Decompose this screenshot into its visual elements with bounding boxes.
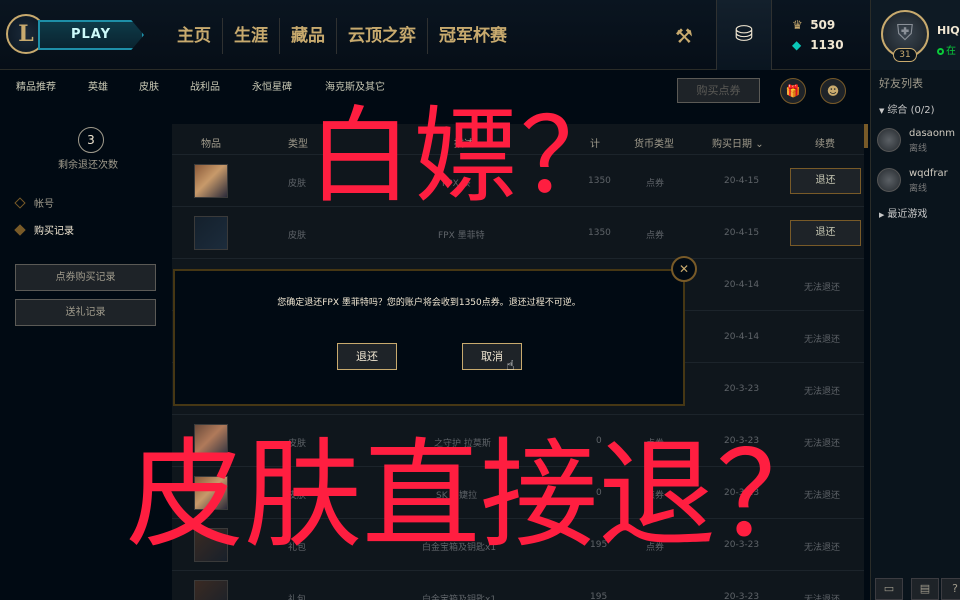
- tab-clash[interactable]: 冠军杯赛: [427, 18, 518, 54]
- cell-date: 20-4-15: [724, 228, 760, 238]
- friends-list-title: 好友列表: [879, 77, 923, 90]
- rp-purchase-history-button[interactable]: 点券购买记录: [15, 264, 156, 291]
- friend-avatar: [877, 128, 901, 152]
- play-button[interactable]: PLAY: [38, 20, 144, 50]
- tab-profile[interactable]: 生涯: [222, 18, 279, 54]
- friend-item[interactable]: wqdfrar 离线: [877, 166, 960, 196]
- friend-group-general[interactable]: ▼ 综合 (0/2): [879, 101, 934, 116]
- friend-status: 离线: [909, 184, 928, 194]
- cell-price: 195: [590, 592, 608, 600]
- cell-date: 20-3-23: [724, 384, 760, 394]
- sidebar-item-account[interactable]: 帐号: [14, 195, 54, 210]
- gift-icon[interactable]: 🎁: [780, 78, 806, 104]
- refund-button[interactable]: 退还: [790, 168, 861, 194]
- account-icon[interactable]: ☻: [820, 78, 846, 104]
- item-thumbnail: [194, 164, 228, 198]
- summoner-name: HIQ: [937, 24, 960, 37]
- dialog-message: 您确定退还FPX 墨菲特吗？您的账户将会收到1350点券。退还过程不可逆。: [277, 298, 581, 308]
- subtab-champions[interactable]: 英雄: [88, 78, 108, 93]
- tab-tft[interactable]: 云顶之弈: [336, 18, 427, 54]
- sidebar-item-purchase-history[interactable]: 购买记录: [14, 222, 74, 237]
- friend-status: 离线: [909, 144, 928, 154]
- social-panel: ⛨ 31 HIQ 在 好友列表 ▼ 综合 (0/2) dasaonm 离线 wqd…: [870, 0, 960, 600]
- cell-desc: FPX 墨菲特: [438, 231, 485, 241]
- top-bar: L PLAY 主页 生涯 藏品 云顶之弈 冠军杯赛 ⚒ ⛁ ♛ 509 ◆ 11…: [0, 0, 870, 70]
- gift-history-button[interactable]: 送礼记录: [15, 299, 156, 326]
- table-scrollbar[interactable]: [864, 124, 868, 148]
- blue-essence-icon: ◆: [792, 38, 802, 52]
- col-date[interactable]: 购买日期 ⌄: [712, 135, 764, 150]
- not-refundable-label: 无法退还: [804, 387, 841, 397]
- col-currency: 货币类型: [634, 139, 674, 150]
- cell-currency: 点券: [646, 179, 665, 189]
- main-nav: 主页 生涯 藏品 云顶之弈 冠军杯赛: [166, 18, 518, 54]
- refund-count-label: 剩余退还次数: [58, 160, 118, 171]
- diamond-icon: [14, 224, 26, 236]
- tab-collection[interactable]: 藏品: [279, 18, 336, 54]
- help-icon[interactable]: ?: [941, 578, 960, 600]
- friend-name: dasaonm: [909, 128, 956, 139]
- sort-chevron-icon: ⌄: [755, 139, 764, 150]
- subtab-loot[interactable]: 战利品: [190, 78, 220, 93]
- refund-count-badge: 3: [78, 127, 104, 153]
- missions-icon[interactable]: ▤: [911, 578, 939, 600]
- rp-icon: ♛: [792, 18, 803, 32]
- cell-date: 20-4-14: [724, 280, 760, 290]
- caption-line-2: 皮肤直接退？: [126, 426, 835, 564]
- status-dot-icon: [937, 48, 944, 55]
- pointer-cursor-icon: ☝: [506, 358, 515, 374]
- table-row: 礼包 白金宝箱及钥匙x1 195 20-3-23 无法退还: [172, 570, 864, 600]
- caret-right-icon: ▶: [879, 211, 885, 219]
- cell-date: 20-4-15: [724, 176, 760, 186]
- caret-down-icon: ▼: [879, 107, 885, 115]
- cell-date: 20-4-14: [724, 332, 760, 342]
- diamond-icon: [14, 197, 26, 209]
- not-refundable-label: 无法退还: [804, 595, 841, 600]
- cell-date: 20-3-23: [724, 592, 760, 600]
- friend-item[interactable]: dasaonm 离线: [877, 126, 960, 156]
- caption-line-1: 白嫖？: [308, 95, 627, 217]
- refund-confirm-dialog: 您确定退还FPX 墨菲特吗？您的账户将会收到1350点券。退还过程不可逆。 退还…: [173, 269, 685, 406]
- loot-icon[interactable]: ⚒: [664, 14, 704, 58]
- tab-home[interactable]: 主页: [166, 18, 222, 54]
- be-balance[interactable]: ◆ 1130: [792, 38, 844, 52]
- subtab-eternals[interactable]: 永恒星碑: [252, 78, 292, 93]
- confirm-refund-button[interactable]: 退还: [337, 343, 397, 370]
- chat-icon[interactable]: ▭: [875, 578, 903, 600]
- cell-price: 1350: [588, 228, 611, 238]
- refund-button[interactable]: 退还: [790, 220, 861, 246]
- store-tab-icon[interactable]: ⛁: [716, 0, 772, 70]
- col-item: 物品: [201, 139, 221, 150]
- friend-name: wqdfrar: [909, 168, 948, 179]
- col-type: 类型: [288, 139, 308, 150]
- col-renew: 续费: [815, 139, 835, 150]
- not-refundable-label: 无法退还: [804, 335, 841, 345]
- close-icon[interactable]: ✕: [671, 256, 697, 282]
- cell-type: 皮肤: [288, 179, 307, 189]
- friend-avatar: [877, 168, 901, 192]
- buy-rp-button[interactable]: 购买点券: [677, 78, 760, 103]
- friend-group-recent[interactable]: ▶ 最近游戏: [879, 205, 927, 220]
- subtab-featured[interactable]: 精品推荐: [16, 78, 56, 93]
- cell-type: 皮肤: [288, 231, 307, 241]
- rp-balance[interactable]: ♛ 509: [792, 18, 835, 32]
- cell-desc: 白金宝箱及钥匙x1: [422, 595, 497, 600]
- online-status[interactable]: 在: [937, 42, 956, 57]
- level-badge: 31: [893, 48, 917, 62]
- cell-currency: 点券: [646, 231, 665, 241]
- item-thumbnail: [194, 216, 228, 250]
- subtab-hextech[interactable]: 海克斯及其它: [325, 78, 385, 93]
- cell-type: 礼包: [288, 595, 307, 600]
- subtab-skins[interactable]: 皮肤: [139, 78, 159, 93]
- profile-summary[interactable]: ⛨ 31 HIQ 在: [871, 0, 960, 70]
- not-refundable-label: 无法退还: [804, 283, 841, 293]
- item-thumbnail: [194, 580, 228, 600]
